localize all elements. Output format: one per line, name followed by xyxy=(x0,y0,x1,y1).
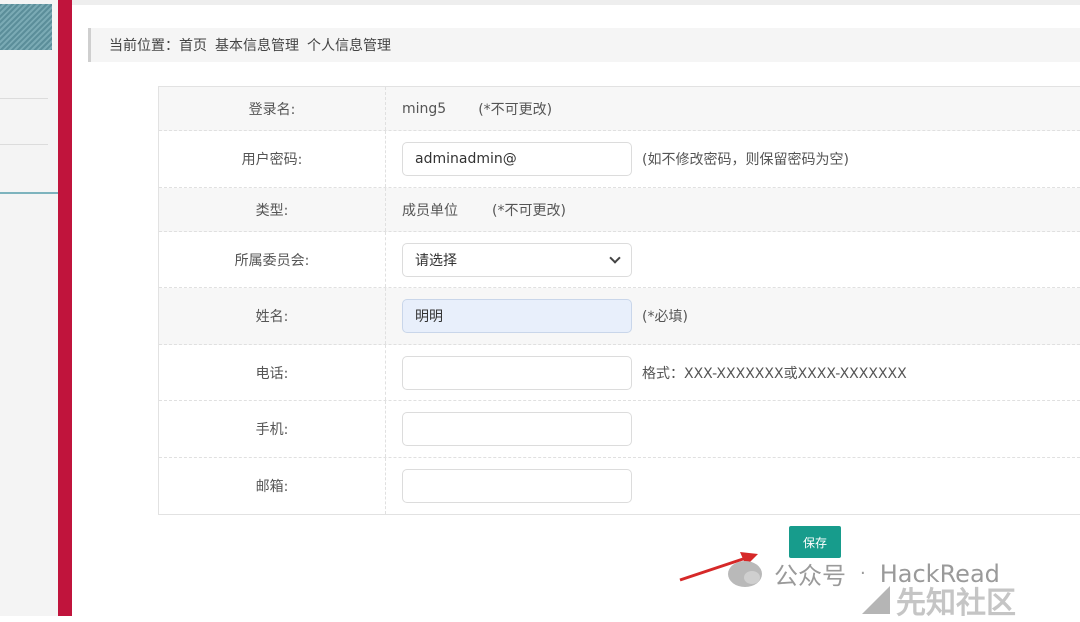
login-label: 登录名: xyxy=(159,87,386,130)
form-row-committee: 所属委员会: 请选择 xyxy=(159,232,1080,288)
login-value: ming5 xyxy=(402,100,447,117)
chevron-down-icon xyxy=(609,251,621,264)
committee-selected: 请选择 xyxy=(415,252,457,269)
breadcrumb-page[interactable]: 个人信息管理 xyxy=(307,35,391,55)
type-value: 成员单位 xyxy=(402,202,458,219)
breadcrumb: 当前位置： 首页 基本信息管理 个人信息管理 xyxy=(88,28,1080,62)
phone-label: 电话: xyxy=(159,345,386,400)
form-row-type: 类型: 成员单位 (*不可更改) xyxy=(159,188,1080,232)
breadcrumb-section[interactable]: 基本信息管理 xyxy=(215,35,299,55)
mobile-label: 手机: xyxy=(159,401,386,457)
sidebar-accent-bar xyxy=(58,0,72,616)
committee-select[interactable]: 请选择 xyxy=(402,242,632,277)
sidebar-divider xyxy=(0,144,48,145)
password-label: 用户密码: xyxy=(159,131,386,187)
watermark-site: 先知社区 xyxy=(896,586,1016,621)
mobile-input[interactable] xyxy=(402,412,632,446)
sidebar-header-image xyxy=(0,4,52,50)
type-hint: (*不可更改) xyxy=(492,202,566,219)
password-input[interactable]: adminadmin@ xyxy=(402,142,632,176)
name-input[interactable]: 明明 xyxy=(402,299,632,333)
phone-hint: 格式：XXX-XXXXXXX或XXXX-XXXXXXX xyxy=(642,365,907,382)
form-row-login: 登录名: ming5 (*不可更改) xyxy=(159,87,1080,131)
email-label: 邮箱: xyxy=(159,458,386,514)
save-button[interactable]: 保存 xyxy=(789,526,841,558)
sidebar-divider xyxy=(0,98,48,99)
wechat-icon xyxy=(728,560,762,587)
phone-input[interactable] xyxy=(402,355,632,390)
form-row-phone: 电话: 格式：XXX-XXXXXXX或XXXX-XXXXXXX xyxy=(159,345,1080,401)
sidebar xyxy=(0,0,58,616)
profile-form: 登录名: ming5 (*不可更改) 用户密码: adminadmin@ (如不… xyxy=(158,86,1080,515)
form-row-password: 用户密码: adminadmin@ (如不修改密码，则保留密码为空) xyxy=(159,131,1080,188)
password-hint: (如不修改密码，则保留密码为空) xyxy=(642,152,849,168)
form-row-mobile: 手机: xyxy=(159,401,1080,458)
email-input[interactable] xyxy=(402,469,632,503)
type-label: 类型: xyxy=(159,188,386,231)
breadcrumb-home[interactable]: 首页 xyxy=(179,35,207,55)
form-row-name: 姓名: 明明 (*必填) xyxy=(159,288,1080,345)
sidebar-active-indicator xyxy=(0,192,58,194)
name-label: 姓名: xyxy=(159,288,386,344)
site-watermark: 先知社区 xyxy=(862,578,1016,622)
form-row-email: 邮箱: xyxy=(159,458,1080,514)
name-hint: (*必填) xyxy=(642,309,688,325)
breadcrumb-prefix: 当前位置： xyxy=(109,38,179,54)
login-hint: (*不可更改) xyxy=(478,101,553,118)
top-divider xyxy=(72,0,1080,5)
site-logo-icon xyxy=(862,586,890,614)
watermark-wechat: 公众号 xyxy=(774,562,846,590)
committee-label: 所属委员会: xyxy=(159,232,386,287)
